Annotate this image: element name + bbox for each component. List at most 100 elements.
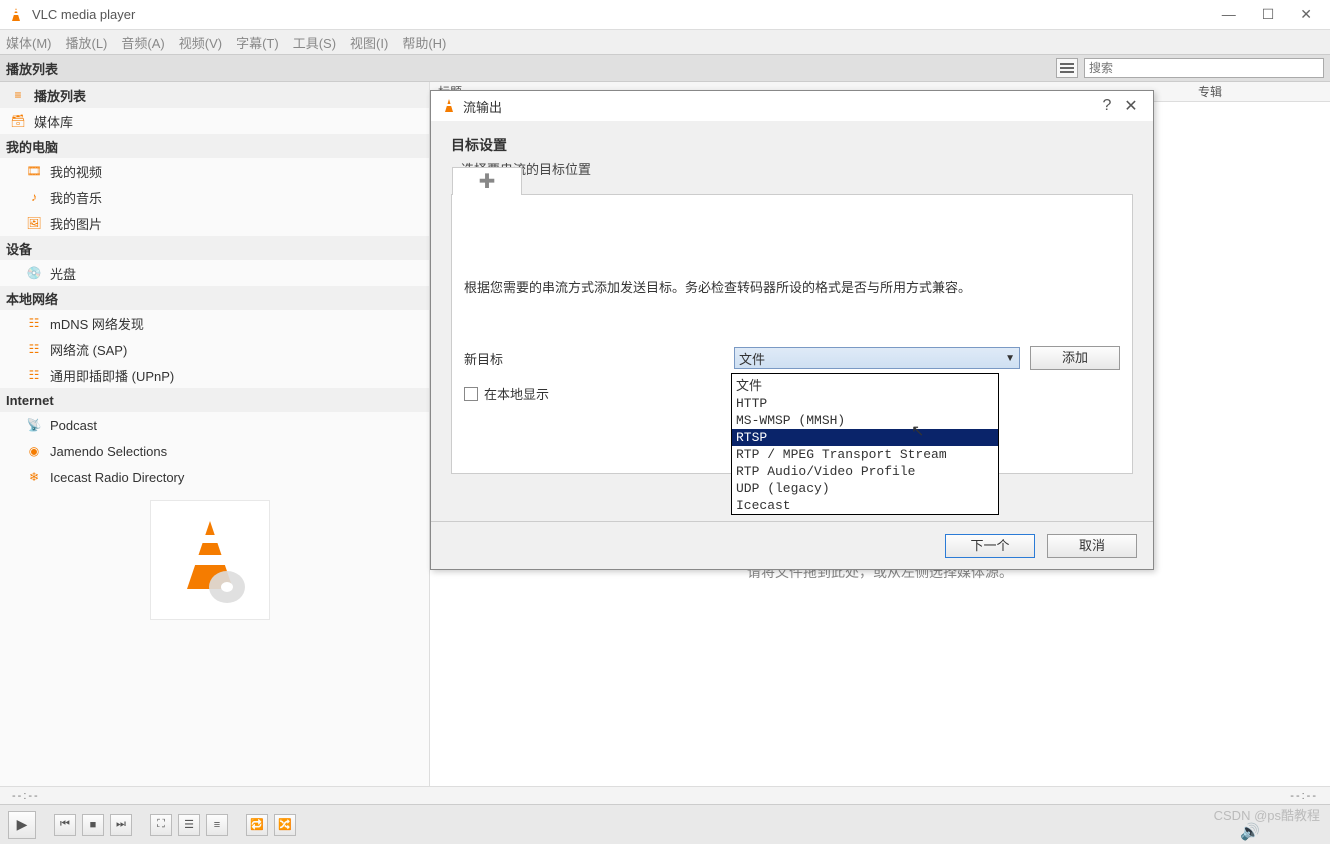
local-display-checkbox[interactable] bbox=[464, 387, 478, 401]
playlist-icon: ≡ bbox=[10, 87, 26, 103]
vlc-cone-icon bbox=[8, 7, 24, 23]
window-titlebar: VLC media player — ☐ ✕ bbox=[0, 0, 1330, 30]
sidebar-item[interactable]: ≡ 播放列表 bbox=[0, 82, 429, 108]
timeline[interactable]: --:-- --:-- bbox=[0, 786, 1330, 804]
search-input[interactable] bbox=[1084, 58, 1324, 78]
sidebar-item-label: 我的音乐 bbox=[50, 188, 102, 207]
playlist-label: 播放列表 bbox=[6, 59, 58, 78]
menu-help[interactable]: 帮助(H) bbox=[402, 33, 446, 52]
playback-controls: ▶ ⏮ ■ ⏭ ⛶ ☰ ≡ 🔁 🔀 bbox=[0, 804, 1330, 844]
menu-video[interactable]: 视频(V) bbox=[179, 33, 222, 52]
select-value: 文件 bbox=[739, 349, 765, 368]
dialog-close-button[interactable]: ✕ bbox=[1119, 96, 1143, 116]
ext-settings-button[interactable]: ☰ bbox=[178, 814, 200, 836]
sidebar-item[interactable]: ☷ 网络流 (SAP) bbox=[0, 336, 429, 362]
sidebar-item[interactable]: 📡 Podcast bbox=[0, 412, 429, 438]
sidebar-header: Internet bbox=[0, 388, 429, 412]
sidebar-item[interactable]: 💿光盘 bbox=[0, 260, 429, 286]
add-tab-button[interactable]: ✚ bbox=[452, 167, 522, 195]
dialog-heading: 目标设置 bbox=[451, 135, 1133, 155]
minimize-button[interactable]: — bbox=[1222, 6, 1236, 23]
next-button[interactable]: 下一个 bbox=[945, 534, 1035, 558]
sidebar-item-label: 我的视频 bbox=[50, 162, 102, 181]
sidebar-item-label: mDNS 网络发现 bbox=[50, 314, 144, 333]
menu-subtitle[interactable]: 字幕(T) bbox=[236, 33, 279, 52]
network-icon: ☷ bbox=[26, 367, 42, 383]
sidebar-item[interactable]: ❄ Icecast Radio Directory bbox=[0, 464, 429, 490]
menu-tools[interactable]: 工具(S) bbox=[293, 33, 336, 52]
sidebar-item[interactable]: 🖼 我的图片 bbox=[0, 210, 429, 236]
sidebar-item[interactable]: 🎞 我的视频 bbox=[0, 158, 429, 184]
menubar: 媒体(M) 播放(L) 音频(A) 视频(V) 字幕(T) 工具(S) 视图(I… bbox=[0, 30, 1330, 54]
sidebar: ≡播放列表🗃媒体库我的电脑🎞我的视频♪我的音乐🖼我的图片设备💿光盘本地网络☷mD… bbox=[0, 82, 430, 804]
dropdown-option[interactable]: RTP Audio/Video Profile bbox=[732, 463, 998, 480]
loop-button[interactable]: 🔁 bbox=[246, 814, 268, 836]
view-toggle-button[interactable] bbox=[1056, 58, 1078, 78]
playlist-button[interactable]: ≡ bbox=[206, 814, 228, 836]
sidebar-item[interactable]: ☷ 通用即插即播 (UPnP) bbox=[0, 362, 429, 388]
sidebar-item[interactable]: ◉ Jamendo Selections bbox=[0, 438, 429, 464]
target-type-select[interactable]: 文件 ▼ bbox=[734, 347, 1020, 369]
dropdown-option[interactable]: 文件 bbox=[732, 374, 998, 395]
sidebar-item-label: 播放列表 bbox=[34, 86, 86, 105]
dropdown-option[interactable]: HTTP bbox=[732, 395, 998, 412]
dropdown-option[interactable]: Icecast bbox=[732, 497, 998, 514]
fullscreen-button[interactable]: ⛶ bbox=[150, 814, 172, 836]
window-title: VLC media player bbox=[32, 7, 1222, 22]
icecast-icon: ❄ bbox=[26, 469, 42, 485]
video-icon: 🎞 bbox=[26, 163, 42, 179]
sidebar-item-label: Icecast Radio Directory bbox=[50, 470, 184, 485]
sidebar-item-label: Podcast bbox=[50, 418, 97, 433]
stream-output-dialog: 流输出 ? ✕ 目标设置 选择要串流的目标位置 ✚ 根据您需要的串流方式添加发送… bbox=[430, 90, 1154, 570]
watermark-text: CSDN @ps酷教程 bbox=[1214, 805, 1320, 824]
sidebar-item-label: 通用即插即播 (UPnP) bbox=[50, 366, 174, 385]
dialog-help-button[interactable]: ? bbox=[1095, 97, 1119, 115]
sidebar-header: 本地网络 bbox=[0, 286, 429, 310]
podcast-icon: 📡 bbox=[26, 417, 42, 433]
dropdown-option[interactable]: UDP (legacy) bbox=[732, 480, 998, 497]
sidebar-item-label: Jamendo Selections bbox=[50, 444, 167, 459]
network-icon: ☷ bbox=[26, 341, 42, 357]
sidebar-item-label: 光盘 bbox=[50, 264, 76, 283]
vlc-cone-icon bbox=[165, 515, 255, 605]
sidebar-item[interactable]: ☷mDNS 网络发现 bbox=[0, 310, 429, 336]
time-total: --:-- bbox=[1290, 790, 1318, 802]
dropdown-option[interactable]: RTP / MPEG Transport Stream bbox=[732, 446, 998, 463]
new-target-label: 新目标 bbox=[464, 349, 724, 368]
vlc-cone-icon bbox=[441, 98, 457, 114]
prev-button[interactable]: ⏮ bbox=[54, 814, 76, 836]
dropdown-option[interactable]: MS-WMSP (MMSH) bbox=[732, 412, 998, 429]
picture-icon: 🖼 bbox=[26, 215, 42, 231]
next-button-playback[interactable]: ⏭ bbox=[110, 814, 132, 836]
dialog-titlebar: 流输出 ? ✕ bbox=[431, 91, 1153, 121]
jamendo-icon: ◉ bbox=[26, 443, 42, 459]
column-album[interactable]: 专辑 bbox=[1198, 83, 1222, 100]
target-type-dropdown[interactable]: 文件HTTPMS-WMSP (MMSH)RTSPRTP / MPEG Trans… bbox=[731, 373, 999, 515]
album-art-placeholder bbox=[150, 500, 270, 620]
sidebar-header: 设备 bbox=[0, 236, 429, 260]
sidebar-item-label: 我的图片 bbox=[50, 214, 102, 233]
stop-button[interactable]: ■ bbox=[82, 814, 104, 836]
library-icon: 🗃 bbox=[10, 113, 26, 129]
sidebar-item-label: 网络流 (SAP) bbox=[50, 340, 127, 359]
menu-view[interactable]: 视图(I) bbox=[350, 33, 388, 52]
dialog-subheading: 选择要串流的目标位置 bbox=[461, 159, 1133, 178]
cancel-button[interactable]: 取消 bbox=[1047, 534, 1137, 558]
chevron-down-icon: ▼ bbox=[1005, 353, 1015, 364]
menu-audio[interactable]: 音频(A) bbox=[121, 33, 164, 52]
close-button[interactable]: ✕ bbox=[1300, 6, 1312, 23]
sidebar-item[interactable]: 🗃媒体库 bbox=[0, 108, 429, 134]
local-display-label: 在本地显示 bbox=[484, 384, 549, 403]
sidebar-item[interactable]: ♪ 我的音乐 bbox=[0, 184, 429, 210]
time-elapsed: --:-- bbox=[12, 790, 40, 802]
shuffle-button[interactable]: 🔀 bbox=[274, 814, 296, 836]
volume-icon[interactable]: 🔊 bbox=[1240, 822, 1260, 842]
play-button[interactable]: ▶ bbox=[8, 811, 36, 839]
add-target-button[interactable]: 添加 bbox=[1030, 346, 1120, 370]
music-icon: ♪ bbox=[26, 189, 42, 205]
dialog-footer: 下一个 取消 bbox=[431, 521, 1153, 569]
menu-play[interactable]: 播放(L) bbox=[66, 33, 108, 52]
menu-media[interactable]: 媒体(M) bbox=[6, 33, 52, 52]
dropdown-option[interactable]: RTSP bbox=[732, 429, 998, 446]
maximize-button[interactable]: ☐ bbox=[1262, 6, 1275, 23]
